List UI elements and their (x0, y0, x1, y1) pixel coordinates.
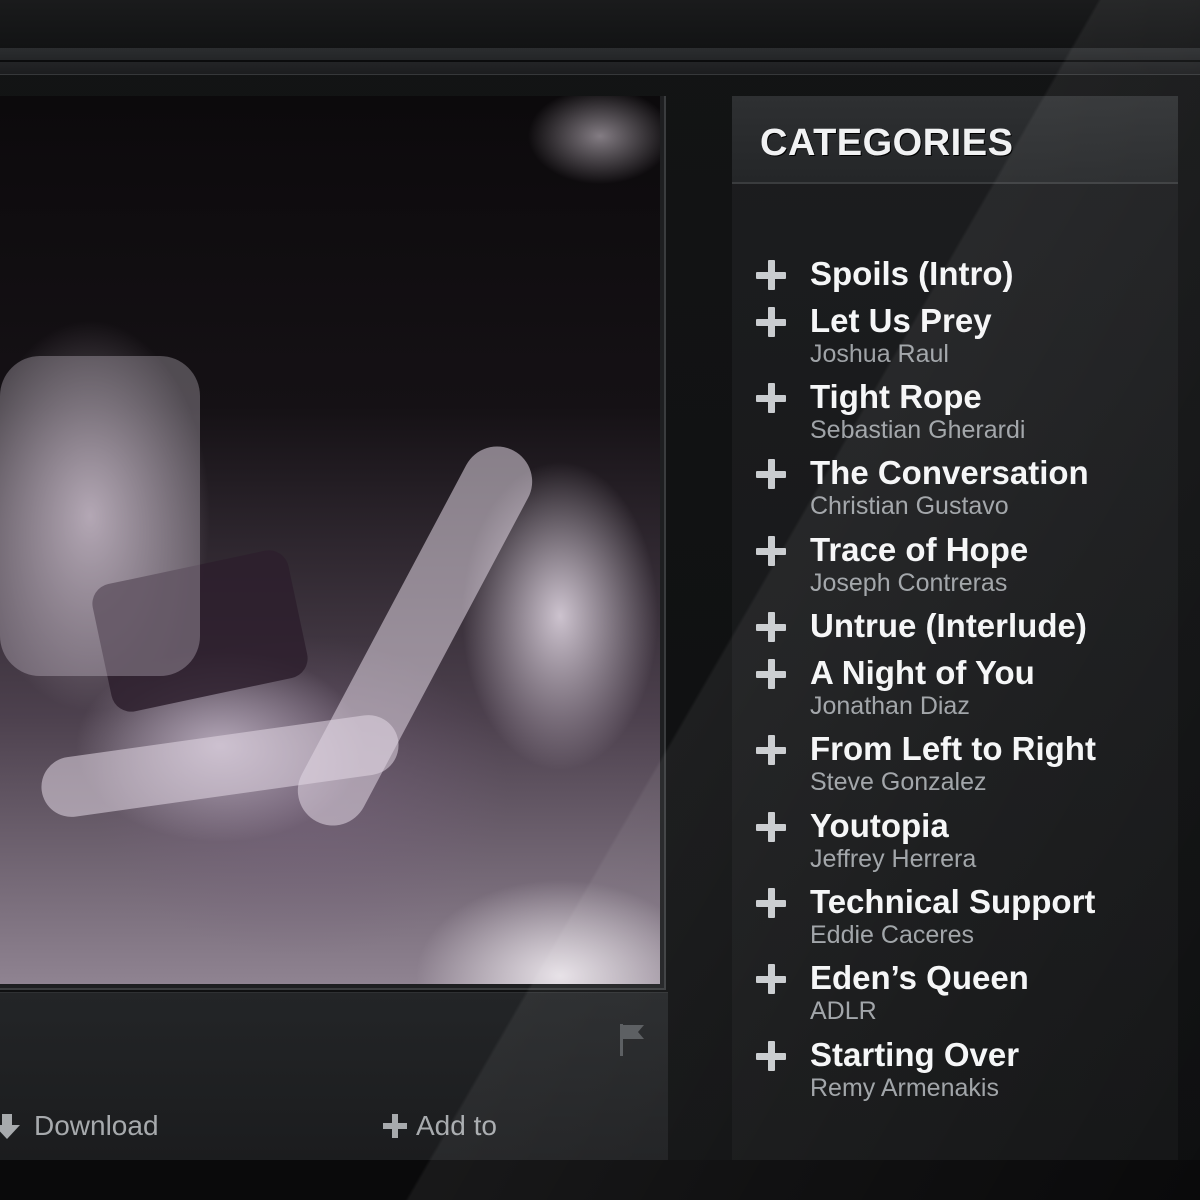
nav-divider (0, 60, 1200, 62)
category-artist: Steve Gonzalez (810, 768, 987, 796)
album-photo[interactable] (0, 96, 660, 984)
add-to-button[interactable]: Add to (382, 1108, 497, 1144)
category-item[interactable]: Let Us Prey Joshua Raul (752, 301, 1182, 373)
categories-header: CATEGORIES (732, 96, 1178, 184)
plus-icon[interactable] (756, 1041, 786, 1071)
plus-icon[interactable] (756, 659, 786, 689)
add-to-label: Add to (416, 1110, 497, 1141)
category-title[interactable]: Let Us Prey (810, 301, 992, 341)
category-artist: Jeffrey Herrera (810, 845, 977, 873)
photo-frame (0, 96, 666, 990)
category-item[interactable]: The Conversation Christian Gustavo (752, 453, 1182, 525)
category-title[interactable]: The Conversation (810, 453, 1089, 493)
plus-icon[interactable] (756, 459, 786, 489)
plus-icon[interactable] (756, 260, 786, 290)
category-title[interactable]: Trace of Hope (810, 530, 1028, 570)
plus-icon[interactable] (756, 735, 786, 765)
photo-arm-shape (285, 434, 545, 838)
plus-icon[interactable] (756, 888, 786, 918)
category-title[interactable]: Technical Support (810, 882, 1095, 922)
category-title[interactable]: Spoils (Intro) (810, 254, 1013, 294)
category-item[interactable]: From Left to Right Steve Gonzalez (752, 729, 1182, 801)
download-arrow-icon (0, 1114, 20, 1139)
category-item[interactable]: Trace of Hope Joseph Contreras (752, 530, 1182, 602)
download-label: Download (34, 1110, 159, 1141)
category-item[interactable]: Starting Over Remy Armenakis (752, 1035, 1182, 1107)
category-artist: Joshua Raul (810, 340, 949, 368)
category-artist: ADLR (810, 997, 877, 1025)
category-item[interactable]: Untrue (Interlude) (752, 606, 1182, 648)
category-item[interactable]: Tight Rope Sebastian Gherardi (752, 377, 1182, 449)
plus-icon[interactable] (756, 964, 786, 994)
category-artist: Christian Gustavo (810, 492, 1009, 520)
categories-title: CATEGORIES (760, 122, 1014, 164)
plus-icon[interactable] (756, 307, 786, 337)
top-bar (0, 0, 1200, 48)
flag-icon[interactable] (618, 1022, 646, 1058)
category-artist: Jonathan Diaz (810, 692, 970, 720)
plus-icon[interactable] (756, 812, 786, 842)
category-title[interactable]: Starting Over (810, 1035, 1019, 1075)
nav-strip (0, 48, 1200, 75)
plus-icon[interactable] (756, 612, 786, 642)
category-title[interactable]: Youtopia (810, 806, 949, 846)
category-item[interactable]: Spoils (Intro) (752, 254, 1182, 296)
bottom-band (0, 1160, 1200, 1200)
category-artist: Joseph Contreras (810, 569, 1008, 597)
plus-icon[interactable] (756, 536, 786, 566)
category-artist: Sebastian Gherardi (810, 416, 1026, 444)
category-item[interactable]: Technical Support Eddie Caceres (752, 882, 1182, 954)
plus-icon (383, 1114, 407, 1138)
category-title[interactable]: Untrue (Interlude) (810, 606, 1087, 646)
download-button[interactable]: Download (0, 1108, 159, 1144)
category-title[interactable]: A Night of You (810, 653, 1035, 693)
category-title[interactable]: From Left to Right (810, 729, 1096, 769)
app-window: Download Add to CATEGORIES Spoils (Intro… (0, 0, 1200, 1200)
category-item[interactable]: Youtopia Jeffrey Herrera (752, 806, 1182, 878)
category-title[interactable]: Eden’s Queen (810, 958, 1029, 998)
category-title[interactable]: Tight Rope (810, 377, 982, 417)
plus-icon[interactable] (756, 383, 786, 413)
category-artist: Remy Armenakis (810, 1074, 999, 1102)
category-artist: Eddie Caceres (810, 921, 974, 949)
category-item[interactable]: A Night of You Jonathan Diaz (752, 653, 1182, 725)
photo-torso-shape (0, 356, 200, 676)
category-item[interactable]: Eden’s Queen ADLR (752, 958, 1182, 1030)
